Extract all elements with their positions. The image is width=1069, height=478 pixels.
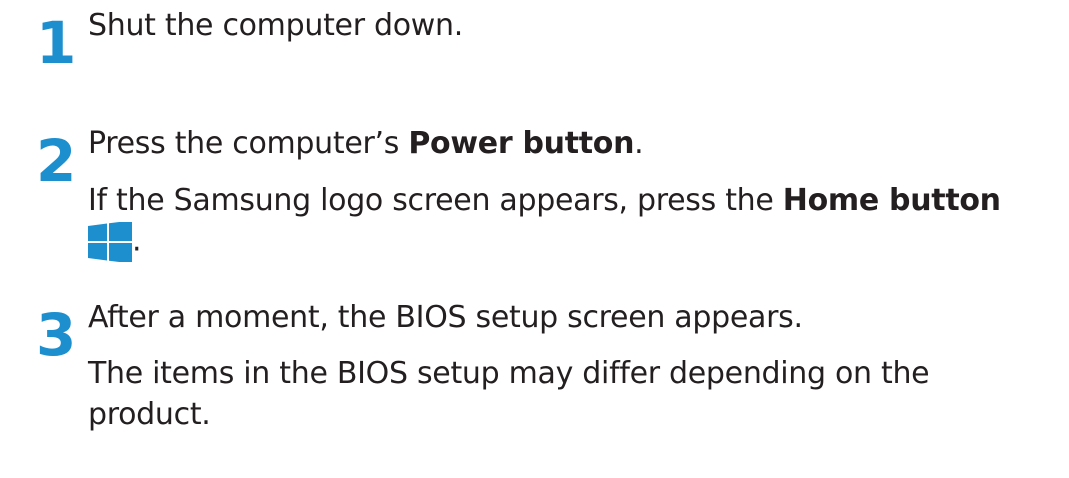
step-number-2: 2 [36, 127, 77, 195]
step-2-text-before: Press the computer’s [88, 126, 409, 161]
step-number-3: 3 [36, 301, 77, 369]
home-button-label: Home button [782, 183, 1001, 218]
step-2-note-icon-line: . [88, 222, 142, 262]
step-3-note-line-2: product. [88, 397, 211, 432]
step-1-text: Shut the computer down. [88, 8, 463, 43]
step-2-text: Press the computer’s Power button. [88, 126, 644, 162]
step-3-text: After a moment, the BIOS setup screen ap… [88, 300, 803, 335]
step-2-note-after: . [132, 223, 142, 259]
windows-home-icon [88, 222, 132, 262]
step-2-text-after: . [634, 126, 644, 161]
step-2-note-before: If the Samsung logo screen appears, pres… [88, 183, 783, 218]
power-button-label: Power button [408, 126, 635, 161]
step-2-note: If the Samsung logo screen appears, pres… [88, 183, 1001, 219]
step-3-note-line-1: The items in the BIOS setup may differ d… [88, 356, 930, 391]
step-number-1: 1 [36, 9, 77, 77]
